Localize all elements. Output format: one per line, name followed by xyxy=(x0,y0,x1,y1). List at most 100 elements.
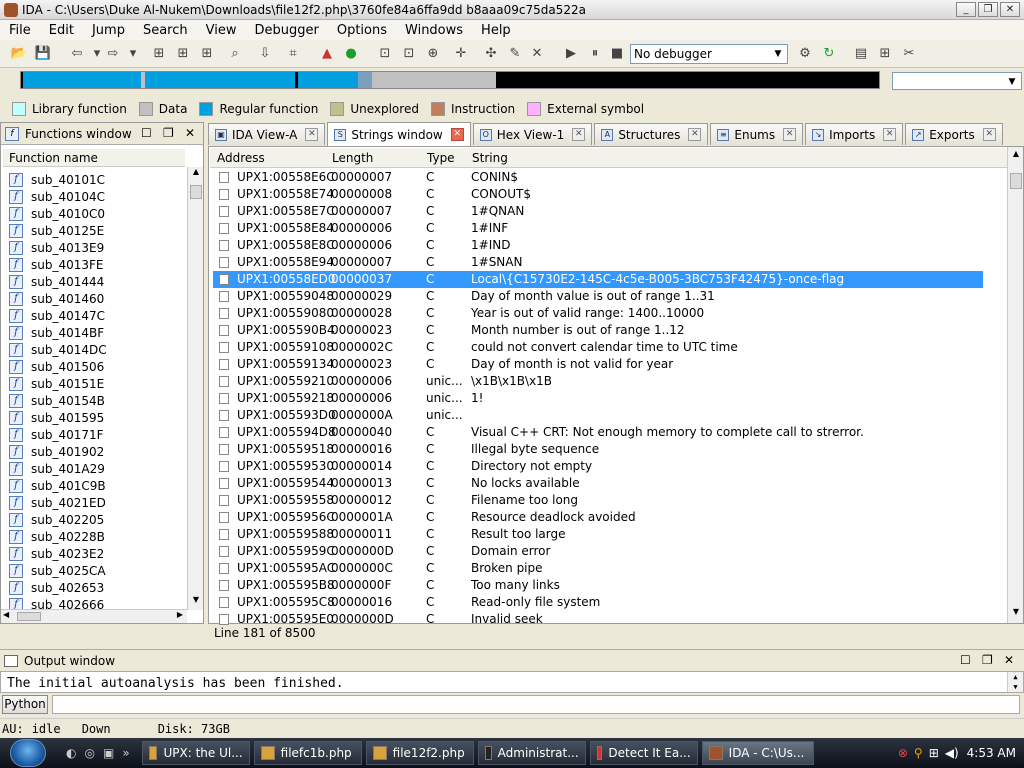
column-header-address[interactable]: Address xyxy=(217,151,265,165)
string-row[interactable]: UPX1:00558ED0 00000037 C Local\{C15730E2-14… xyxy=(213,271,983,288)
tools-icon[interactable]: ✂ xyxy=(900,45,918,63)
string-row[interactable]: UPX1:00559558 00000012 C Filename too long xyxy=(213,492,983,509)
menu-help[interactable]: Help xyxy=(472,23,520,38)
attach-icon[interactable]: ⚙ xyxy=(796,45,814,63)
function-list-item[interactable]: f sub_40151E xyxy=(9,375,104,392)
string-row[interactable]: UPX1:005595E0 0000000D C Invalid seek xyxy=(213,611,983,628)
taskbar-item[interactable]: UPX: the Ul... xyxy=(141,741,250,765)
start-button[interactable] xyxy=(10,739,46,767)
function-list-item[interactable]: f sub_4021ED xyxy=(9,494,106,511)
down-arrow-icon[interactable]: ⇩ xyxy=(256,45,274,63)
hex-icon[interactable]: ✣ xyxy=(482,45,500,63)
functions-horizontal-scrollbar[interactable]: ◀ ▶ xyxy=(1,609,187,623)
column-header-length[interactable]: Length xyxy=(332,151,373,165)
more-icon[interactable]: » xyxy=(122,746,129,760)
delete-icon[interactable]: ✕ xyxy=(528,45,546,63)
search-binary-icon[interactable]: ⌕ xyxy=(226,45,244,63)
menu-edit[interactable]: Edit xyxy=(40,23,83,38)
string-row[interactable]: UPX1:00559518 00000016 C Illegal byte seque… xyxy=(213,441,983,458)
close-icon[interactable]: ✕ xyxy=(450,128,464,141)
string-row[interactable]: UPX1:00558E74 00000008 C CONOUT$ xyxy=(213,186,983,203)
graph-icon[interactable]: ↻ xyxy=(820,45,838,63)
function-list-item[interactable]: f sub_401595 xyxy=(9,409,104,426)
functions-vertical-scrollbar[interactable]: ▲ ▼ xyxy=(187,167,203,610)
menu-view[interactable]: View xyxy=(197,23,246,38)
function-list-item[interactable]: f sub_4010C0 xyxy=(9,205,105,222)
tab-enums[interactable]: ≡ Enums ✕ xyxy=(710,123,804,145)
binary3-icon[interactable]: ⊞ xyxy=(198,45,216,63)
close-button[interactable]: ✕ xyxy=(1000,2,1020,17)
string-row[interactable]: UPX1:0055959C 0000000D C Domain error xyxy=(213,543,983,560)
string-row[interactable]: UPX1:00559210 00000006 unic... \x1B\x1B\x1B xyxy=(213,373,983,390)
float-icon[interactable]: ❐ xyxy=(982,653,993,667)
menu-jump[interactable]: Jump xyxy=(83,23,134,38)
tab-exports[interactable]: ↗ Exports ✕ xyxy=(905,123,1003,145)
function-list-item[interactable]: f sub_402205 xyxy=(9,511,104,528)
column-header-string[interactable]: String xyxy=(472,151,508,165)
function-list-item[interactable]: f sub_401506 xyxy=(9,358,104,375)
add-struct-icon[interactable]: ⊕ xyxy=(424,45,442,63)
string-row[interactable]: UPX1:00559218 00000006 unic... 1! xyxy=(213,390,983,407)
quick-launch-icon[interactable]: ▣ xyxy=(103,746,114,760)
stop-icon[interactable]: ■ xyxy=(608,45,626,63)
close-icon[interactable]: ✕ xyxy=(783,128,797,141)
string-row[interactable]: UPX1:00558E8C 00000006 C 1#IND xyxy=(213,237,983,254)
segment2-icon[interactable]: ⊡ xyxy=(400,45,418,63)
play-icon[interactable]: ▶ xyxy=(562,45,580,63)
volume-icon[interactable]: ◀) xyxy=(945,746,959,760)
menu-windows[interactable]: Windows xyxy=(396,23,472,38)
shield-icon[interactable]: ⊗ xyxy=(898,746,908,760)
close-icon[interactable]: ✕ xyxy=(688,128,702,141)
function-list-item[interactable]: f sub_401444 xyxy=(9,273,104,290)
green-circle-icon[interactable]: ● xyxy=(342,45,360,63)
clock[interactable]: 4:53 AM xyxy=(967,746,1016,760)
save-icon[interactable]: 💾 xyxy=(34,45,52,63)
string-row[interactable]: UPX1:005594D8 00000040 C Visual C++ CRT: No… xyxy=(213,424,983,441)
tab-strings-window[interactable]: S Strings window ✕ xyxy=(327,122,471,146)
function-list-item[interactable]: f sub_401C9B xyxy=(9,477,106,494)
function-list-item[interactable]: f sub_40147C xyxy=(9,307,105,324)
taskbar-item[interactable]: IDA - C:\Us... xyxy=(701,741,814,765)
taskbar-item[interactable]: Detect It Ea... xyxy=(589,741,698,765)
function-list-item[interactable]: f sub_4013FE xyxy=(9,256,104,273)
taskbar-item[interactable]: file12f2.php xyxy=(365,741,474,765)
string-row[interactable]: UPX1:00559588 00000011 C Result too large xyxy=(213,526,983,543)
string-row[interactable]: UPX1:005595B8 0000000F C Too many links xyxy=(213,577,983,594)
function-list-item[interactable]: f sub_40104C xyxy=(9,188,105,205)
function-list-item[interactable]: f sub_40125E xyxy=(9,222,104,239)
output-scrollbar[interactable]: ▲ ▼ xyxy=(1007,672,1023,692)
function-list-item[interactable]: f sub_4023E2 xyxy=(9,545,104,562)
string-row[interactable]: UPX1:00559048 00000029 C Day of month value… xyxy=(213,288,983,305)
string-row[interactable]: UPX1:00558E94 00000007 C 1#SNAN xyxy=(213,254,983,271)
function-list-item[interactable]: f sub_402653 xyxy=(9,579,104,596)
taskbar-item[interactable]: filefc1b.php xyxy=(253,741,362,765)
plugin-icon[interactable]: ⊞ xyxy=(876,45,894,63)
network-icon[interactable]: ⊞ xyxy=(929,746,939,760)
navigator-strip[interactable] xyxy=(20,71,880,89)
strings-vertical-scrollbar[interactable]: ▲ ▼ xyxy=(1007,147,1023,623)
string-row[interactable]: UPX1:00559134 00000023 C Day of month is no… xyxy=(213,356,983,373)
function-list-item[interactable]: f sub_401902 xyxy=(9,443,104,460)
function-list-item[interactable]: f sub_401A29 xyxy=(9,460,105,477)
string-row[interactable]: UPX1:005590B4 00000023 C Month number is ou… xyxy=(213,322,983,339)
tab-imports[interactable]: ↘ Imports ✕ xyxy=(805,123,904,145)
string-row[interactable]: UPX1:005595C8 00000016 C Read-only file sys… xyxy=(213,594,983,611)
maximize-icon[interactable]: ☐ xyxy=(960,653,971,667)
function-list-item[interactable]: f sub_40154B xyxy=(9,392,105,409)
float-icon[interactable]: ❐ xyxy=(163,126,174,140)
function-list-item[interactable]: f sub_401460 xyxy=(9,290,104,307)
search-icon[interactable]: ⚲ xyxy=(914,746,923,760)
column-header-type[interactable]: Type xyxy=(427,151,455,165)
string-row[interactable]: UPX1:00558E6C 00000007 C CONIN$ xyxy=(213,169,983,186)
string-row[interactable]: UPX1:005595AC 0000000C C Broken pipe xyxy=(213,560,983,577)
forward-dropdown-icon[interactable]: ▾ xyxy=(124,45,142,63)
tab-hex-view-1[interactable]: O Hex View-1 ✕ xyxy=(472,123,593,145)
function-list-item[interactable]: f sub_4025CA xyxy=(9,562,106,579)
function-list-item[interactable]: f sub_4013E9 xyxy=(9,239,104,256)
string-row[interactable]: UPX1:005593D0 0000000A unic... xyxy=(213,407,983,424)
tab-structures[interactable]: A Structures ✕ xyxy=(594,123,709,145)
warning-icon[interactable]: ▲ xyxy=(318,45,336,63)
binary-icon[interactable]: ⊞ xyxy=(150,45,168,63)
tab-ida-view-a[interactable]: ▣ IDA View-A ✕ xyxy=(208,123,326,145)
function-list-item[interactable]: f sub_40228B xyxy=(9,528,105,545)
